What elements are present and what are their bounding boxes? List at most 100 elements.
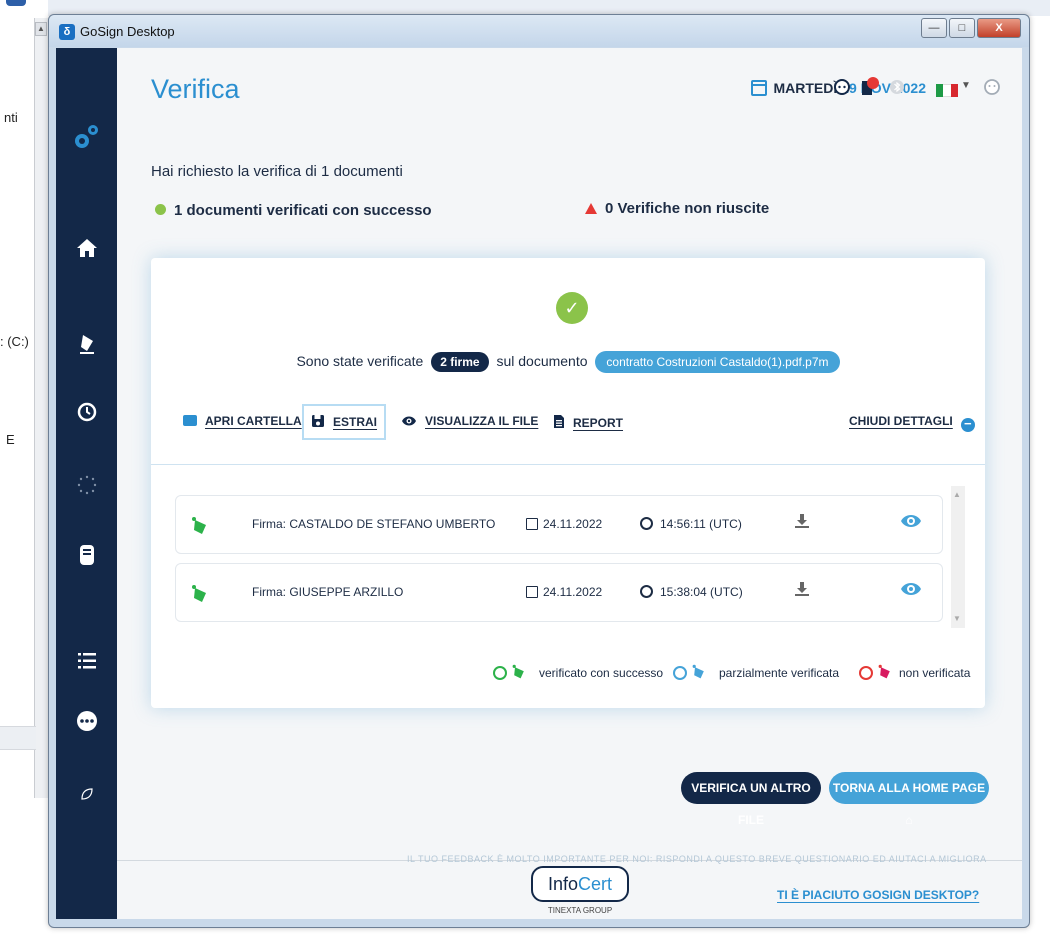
report-label: REPORT [573, 416, 624, 430]
sign-pen-icon[interactable] [56, 333, 117, 361]
document-name-badge: contratto Costruzioni Castaldo(1).pdf.p7… [595, 351, 840, 373]
title-bar[interactable]: δ GoSign Desktop — □ X [49, 15, 1029, 47]
open-folder-button[interactable]: APRI CARTELLA [183, 414, 302, 428]
signature-count-badge: 2 firme [431, 352, 489, 372]
app-client-area: Verifica MARTEDÌ 29 NOV 2022 ▼ Hai richi… [56, 48, 1022, 919]
checklist-icon[interactable] [56, 652, 117, 676]
view-signature-eye-icon[interactable] [900, 581, 922, 597]
document-icon [553, 414, 565, 433]
background-label: E [6, 432, 15, 447]
success-summary: 1 documenti verificati con successo [155, 202, 432, 219]
open-folder-label: APRI CARTELLA [205, 414, 302, 428]
verification-card: ✓ Sono state verificate 2 firme sul docu… [151, 258, 985, 708]
verification-request-text: Hai richiesto la verifica di 1 documenti [151, 163, 403, 180]
folder-icon [183, 415, 197, 426]
signature-row[interactable]: Firma: CASTALDO DE STEFANO UMBERTO 24.11… [175, 495, 943, 554]
background-scroll-up-button[interactable]: ▲ [35, 22, 47, 36]
signature-row[interactable]: Firma: GIUSEPPE ARZILLO 24.11.2022 15:38… [175, 563, 943, 622]
legend-failed: non verificata [859, 664, 970, 680]
scroll-down-arrow-icon[interactable]: ▼ [953, 614, 961, 623]
report-button[interactable]: REPORT [553, 414, 623, 433]
minimize-button[interactable]: — [921, 18, 947, 38]
signature-pen-icon [192, 517, 206, 534]
card-divider [151, 464, 985, 465]
date-value: 29 NOV 2022 [841, 80, 926, 96]
support-agent-icon[interactable] [833, 78, 851, 101]
download-icon[interactable] [794, 513, 810, 533]
logo-subtitle: TINEXTA GROUP [547, 906, 613, 915]
scroll-up-arrow-icon[interactable]: ▲ [953, 490, 961, 499]
signature-date: 24.11.2022 [526, 585, 602, 599]
card-actions: APRI CARTELLA ESTRAI VISUALIZZA IL FILE [151, 404, 985, 444]
legend-success-label: verificato con successo [539, 666, 664, 680]
settings-gears-icon[interactable] [56, 120, 117, 160]
sidebar [56, 48, 117, 919]
extract-button[interactable]: ESTRAI [311, 414, 377, 432]
view-signature-eye-icon[interactable] [900, 513, 922, 529]
maximize-button[interactable]: □ [949, 18, 975, 38]
loading-dots-icon[interactable] [56, 474, 117, 502]
background-scrollbar[interactable] [34, 18, 48, 798]
signer-name: Firma: GIUSEPPE ARZILLO [252, 585, 404, 599]
back-home-button[interactable]: TORNA ALLA HOME PAGE ⌂ [829, 772, 989, 827]
device-token-icon[interactable] [56, 544, 117, 572]
notifications-icon[interactable] [859, 76, 881, 103]
clock-icon [640, 585, 653, 598]
logo-cert-text: Cert [578, 874, 613, 894]
eye-icon [401, 414, 417, 431]
logo-info-text: Info [547, 874, 578, 894]
signature-list-scrollbar[interactable]: ▲ ▼ [951, 486, 965, 628]
home-icon: ⌂ [905, 813, 913, 827]
partial-pen-icon [692, 664, 704, 679]
more-options-icon[interactable] [56, 710, 117, 738]
failed-summary: 0 Verifiche non riuscite [585, 200, 769, 217]
partial-clock-icon [673, 666, 687, 680]
close-button[interactable]: X [977, 18, 1021, 38]
view-file-button[interactable]: VISUALIZZA IL FILE [401, 414, 538, 431]
close-details-label: CHIUDI DETTAGLI [849, 414, 953, 428]
leaf-icon[interactable] [56, 784, 117, 807]
success-clock-icon [493, 666, 507, 680]
home-icon[interactable] [56, 238, 117, 264]
background-taskbar-fragment [6, 0, 26, 6]
signature-time: 15:38:04 (UTC) [640, 585, 743, 599]
verified-prefix: Sono state verificate [296, 353, 424, 369]
language-flag-icon[interactable] [936, 84, 958, 97]
background-label: nti [4, 110, 18, 125]
view-file-label: VISUALIZZA IL FILE [425, 414, 539, 428]
collapse-minus-icon: − [960, 417, 975, 432]
background-selection-bar [0, 726, 36, 750]
language-dropdown-icon[interactable]: ▼ [961, 80, 971, 91]
user-avatar-icon[interactable] [983, 78, 1001, 101]
clock-icon [640, 517, 653, 530]
history-clock-icon[interactable] [56, 401, 117, 429]
background-label: : (C:) [0, 334, 29, 349]
signature-date-value: 24.11.2022 [543, 517, 603, 531]
back-home-label: TORNA ALLA HOME PAGE [832, 781, 986, 795]
signature-time-value: 14:56:11 (UTC) [660, 517, 742, 531]
feedback-link[interactable]: TI È PIACIUTO GOSIGN DESKTOP? [777, 888, 979, 902]
verified-mid: sul documento [496, 353, 588, 369]
success-summary-text: 1 documenti verificati con successo [174, 202, 432, 219]
failed-summary-text: 0 Verifiche non riuscite [605, 200, 770, 217]
signature-date-value: 24.11.2022 [543, 585, 603, 599]
download-icon[interactable] [794, 581, 810, 601]
close-details-button[interactable]: CHIUDI DETTAGLI − [849, 414, 975, 432]
signer-name: Firma: CASTALDO DE STEFANO UMBERTO [252, 517, 496, 531]
signature-date: 24.11.2022 [526, 517, 602, 531]
legend-partial-label: parzialmente verificata [719, 666, 840, 680]
verification-result-line: Sono state verificate 2 firme sul docume… [151, 351, 985, 373]
bluetooth-icon[interactable] [889, 78, 905, 101]
infocert-logo: InfoCert [531, 866, 629, 902]
signature-pen-icon [192, 585, 206, 602]
verify-another-file-button[interactable]: VERIFICA UN ALTRO FILE [681, 772, 821, 827]
feedback-banner[interactable]: IL TUO FEEDBACK È MOLTO IMPORTANTE PER N… [407, 854, 987, 864]
app-window: δ GoSign Desktop — □ X Verifica MARTEDÌ … [48, 14, 1030, 928]
app-logo-icon: δ [59, 24, 75, 40]
calendar-icon [526, 586, 538, 598]
main-content: Verifica MARTEDÌ 29 NOV 2022 ▼ Hai richi… [117, 48, 1022, 919]
success-pen-icon [512, 664, 524, 679]
save-icon [311, 414, 325, 432]
legend-success: verificato con successo [493, 664, 663, 680]
failed-pen-icon [878, 664, 890, 679]
